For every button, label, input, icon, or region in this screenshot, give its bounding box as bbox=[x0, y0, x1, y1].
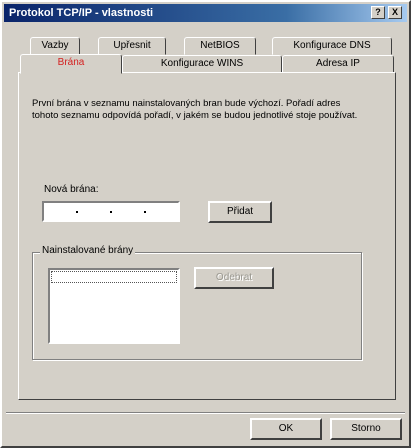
tab-konfigurace-dns[interactable]: Konfigurace DNS bbox=[272, 37, 392, 55]
tab-netbios[interactable]: NetBIOS bbox=[184, 37, 256, 55]
remove-button: Odebrat bbox=[194, 267, 274, 289]
ip-separator-dot bbox=[110, 211, 112, 213]
tab-brana[interactable]: Brána bbox=[20, 54, 122, 74]
new-gateway-ip-field[interactable] bbox=[42, 201, 180, 222]
help-button[interactable]: ? bbox=[371, 6, 385, 19]
tab-upresnit[interactable]: Upřesnit bbox=[98, 37, 166, 55]
installed-gateways-title: Nainstalované brány bbox=[40, 245, 136, 256]
tab-konfigurace-wins[interactable]: Konfigurace WINS bbox=[122, 55, 282, 73]
window-title: Protokol TCP/IP - vlastnosti bbox=[9, 7, 154, 19]
list-focus-row bbox=[51, 271, 177, 283]
cancel-button[interactable]: Storno bbox=[330, 418, 402, 440]
ok-button[interactable]: OK bbox=[250, 418, 322, 440]
ip-separator-dot bbox=[144, 211, 146, 213]
footer-separator bbox=[6, 412, 405, 414]
tab-vazby[interactable]: Vazby bbox=[30, 37, 80, 55]
title-bar[interactable]: Protokol TCP/IP - vlastnosti ? X bbox=[4, 4, 407, 22]
tab-adresa-ip[interactable]: Adresa IP bbox=[282, 55, 394, 73]
new-gateway-label: Nová brána: bbox=[44, 184, 99, 195]
installed-gateways-list[interactable] bbox=[48, 268, 180, 344]
add-button[interactable]: Přidat bbox=[208, 201, 272, 223]
close-button[interactable]: X bbox=[388, 6, 402, 19]
ip-separator-dot bbox=[76, 211, 78, 213]
description-text: První brána v seznamu nainstalovaných br… bbox=[32, 98, 358, 121]
